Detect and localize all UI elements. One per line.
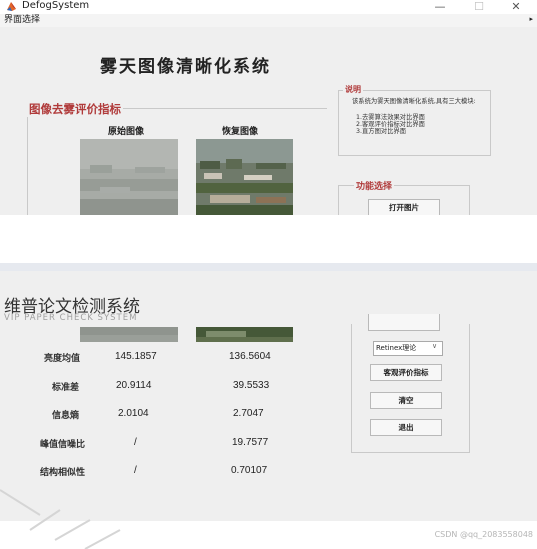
metric-original-psnr: / [134,437,137,448]
metric-restored-ssim: 0.70107 [231,465,268,476]
metric-restored-psnr: 19.7577 [232,437,269,448]
description-intro: 该系统为雾天图像清晰化系统,具有三大模块: [352,98,476,105]
metric-restored-entropy: 2.7047 [233,408,264,419]
metric-label-std: 标准差 [52,383,80,393]
description-item: 3.直方图对比界面 [356,128,407,135]
watermark-decoration [0,489,121,549]
menu-item-interface-select[interactable]: 界面选择 [4,15,40,26]
original-image-header: 原始图像 [108,127,145,137]
restored-image-bottom-edge [196,327,293,342]
metric-original-entropy: 2.0104 [118,408,149,419]
screenshot-divider [0,263,537,271]
description-title: 说明 [343,84,363,95]
metric-label-psnr: 峰值信噪比 [40,440,86,450]
metric-original-std: 20.9114 [116,380,152,391]
metric-label-brightness: 亮度均值 [44,354,81,364]
description-item: 1.去雾算法效果对比界面 [356,114,425,121]
restored-dehazed-image [196,139,293,215]
eval-panel-left-border [27,108,28,215]
original-image-bottom-edge [80,327,178,342]
objective-metrics-button[interactable]: 客观评价指标 [370,364,442,381]
original-foggy-image [80,139,178,215]
restored-image-header: 恢复图像 [222,127,259,137]
window-title: DefogSystem [22,0,90,11]
menu-overflow-icon[interactable]: ▸ [529,15,533,23]
close-button[interactable]: ✕ [506,0,526,14]
exit-button[interactable]: 退出 [370,419,442,436]
metric-restored-brightness: 136.5604 [229,351,271,362]
minimize-button[interactable]: — [430,0,450,14]
maximize-button[interactable]: ☐ [469,0,489,14]
metric-label-entropy: 信息熵 [52,411,80,421]
eval-panel-title: 图像去雾评价指标 [27,101,123,117]
screenshot-gap [0,215,537,265]
open-image-button[interactable]: 打开图片 [368,199,440,215]
description-item: 2.客观评价指标对比界面 [356,121,425,128]
menu-bar [0,14,537,27]
metric-restored-std: 39.5533 [233,380,270,391]
main-title: 雾天图像清晰化系统 [100,57,271,77]
watermark-subtitle: VIP PAPER CHECK SYSTEM [4,313,138,323]
chevron-down-icon[interactable]: ∨ [432,342,437,350]
credit-watermark: CSDN @qq_2083558048 [434,530,533,539]
clear-button[interactable]: 清空 [370,392,442,409]
open-image-button-bottom-edge[interactable] [368,314,440,331]
metric-original-brightness: 145.1857 [115,351,157,362]
matlab-app-icon [7,2,16,11]
function-panel-title: 功能选择 [354,179,395,192]
